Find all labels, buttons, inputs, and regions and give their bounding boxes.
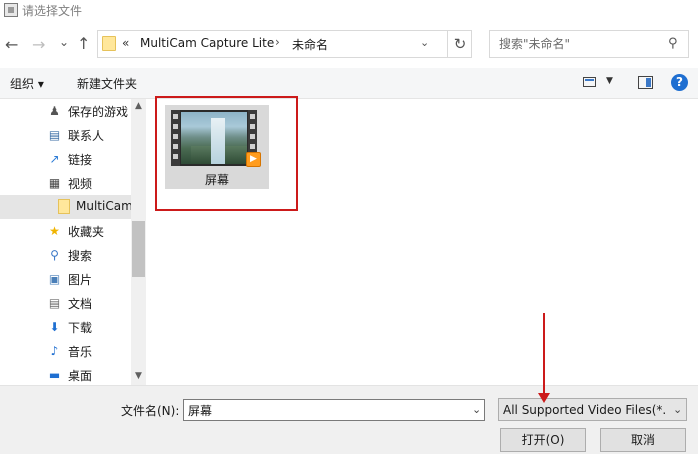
sidebar-item[interactable]: ▤ 联系人 bbox=[0, 123, 131, 147]
links-icon: ↗ bbox=[49, 152, 60, 166]
sidebar-item-label: 下载 bbox=[68, 321, 93, 335]
scroll-down-icon[interactable]: ▼ bbox=[131, 371, 146, 381]
up-folder-icon[interactable]: ↑ bbox=[77, 36, 90, 52]
magnifier-icon[interactable]: ⚲ bbox=[668, 36, 678, 51]
sidebar-item[interactable]: ▤ 文档 bbox=[0, 291, 131, 315]
folder-icon bbox=[58, 199, 70, 214]
filename-input[interactable] bbox=[184, 400, 468, 420]
app-icon bbox=[4, 3, 18, 17]
scroll-up-icon[interactable]: ▲ bbox=[131, 101, 146, 111]
window-title: 请选择文件 bbox=[22, 4, 83, 18]
change-view-icon[interactable] bbox=[583, 77, 596, 87]
sidebar-item-label: 视频 bbox=[68, 177, 93, 191]
forward-arrow-icon[interactable]: → bbox=[32, 37, 45, 53]
breadcrumb-chevron-icon[interactable]: › bbox=[275, 35, 280, 49]
bottom-panel: 文件名(N): ⌄ All Supported Video Files(*. ⌄… bbox=[0, 385, 698, 454]
annotation-arrow-head bbox=[538, 393, 550, 403]
sidebar-item[interactable]: ▦ 视频 bbox=[0, 171, 131, 195]
folder-icon bbox=[102, 36, 116, 51]
sidebar-item[interactable]: ⬇ 下载 bbox=[0, 315, 131, 339]
cancel-button[interactable]: 取消 bbox=[600, 428, 686, 452]
back-arrow-icon[interactable]: ← bbox=[5, 37, 18, 53]
sidebar-item[interactable]: ↗ 链接 bbox=[0, 147, 131, 171]
command-toolbar: 组织 ▾ 新建文件夹 ▼ ? bbox=[0, 68, 698, 99]
highlight-annotation-box bbox=[155, 96, 298, 211]
desktop-icon: ▬ bbox=[48, 368, 61, 382]
sidebar-item-label: 文档 bbox=[68, 297, 93, 311]
filename-combobox[interactable]: ⌄ bbox=[183, 399, 485, 421]
breadcrumb-multicam[interactable]: MultiCam Capture Lite bbox=[140, 36, 274, 50]
sidebar-item[interactable]: ♪ 音乐 bbox=[0, 339, 131, 363]
navigation-pane: ♟ 保存的游戏 ▤ 联系人 ↗ 链接 ▦ 视频 MultiCam ★ 收藏夹 ⚲ 搜索 ▣ 图片 ▤ 文档 ⬇ 下载… bbox=[0, 99, 146, 385]
sidebar-item[interactable]: MultiCam bbox=[0, 195, 133, 219]
saved-games-icon: ♟ bbox=[49, 104, 60, 118]
videos-icon: ▦ bbox=[48, 176, 61, 190]
sidebar-item-label: 收藏夹 bbox=[68, 225, 105, 239]
scroll-thumb[interactable] bbox=[132, 221, 145, 277]
title-bar: 请选择文件 bbox=[0, 0, 698, 22]
sidebar-item[interactable]: ⚲ 搜索 bbox=[0, 243, 131, 267]
sidebar-item[interactable]: ♟ 保存的游戏 bbox=[0, 99, 131, 123]
filename-dropdown-icon[interactable]: ⌄ bbox=[472, 403, 481, 416]
recent-locations-icon[interactable]: ⌄ bbox=[59, 34, 69, 50]
sidebar-item[interactable]: ▣ 图片 bbox=[0, 267, 131, 291]
view-options-dropdown-icon[interactable]: ▼ bbox=[606, 76, 613, 86]
favorites-icon: ★ bbox=[49, 224, 60, 238]
open-button[interactable]: 打开(O) bbox=[500, 428, 586, 452]
sidebar-item-label: MultiCam bbox=[76, 199, 133, 213]
breadcrumb-overflow-icon[interactable]: « bbox=[122, 36, 129, 50]
search-icon: ⚲ bbox=[50, 248, 59, 262]
refresh-icon[interactable]: ↻ bbox=[447, 30, 472, 58]
filetype-value: All Supported Video Files(*. bbox=[503, 403, 667, 417]
search-box[interactable]: ⚲ bbox=[489, 30, 689, 58]
documents-icon: ▤ bbox=[48, 296, 61, 310]
sidebar-item-label: 图片 bbox=[68, 273, 93, 287]
preview-pane-icon[interactable] bbox=[638, 76, 653, 89]
breadcrumb-current[interactable]: 未命名 bbox=[292, 36, 328, 53]
downloads-icon: ⬇ bbox=[49, 320, 60, 334]
help-icon[interactable]: ? bbox=[671, 74, 688, 91]
sidebar-item-label: 桌面 bbox=[68, 369, 93, 383]
filetype-select[interactable]: All Supported Video Files(*. ⌄ bbox=[498, 398, 687, 421]
annotation-arrow-line bbox=[543, 313, 545, 397]
filename-label: 文件名(N): bbox=[121, 404, 180, 418]
music-icon: ♪ bbox=[50, 344, 59, 358]
sidebar-item-label: 音乐 bbox=[68, 345, 93, 359]
sidebar-item-label: 保存的游戏 bbox=[68, 105, 129, 119]
search-input[interactable] bbox=[490, 31, 669, 57]
sidebar-item[interactable]: ▬ 桌面 bbox=[0, 363, 131, 385]
sidebar-item-label: 联系人 bbox=[68, 129, 105, 143]
sidebar-item-label: 搜索 bbox=[68, 249, 93, 263]
sidebar-item[interactable]: ★ 收藏夹 bbox=[0, 219, 131, 243]
contacts-icon: ▤ bbox=[48, 128, 61, 142]
address-dropdown-icon[interactable]: ⌄ bbox=[420, 36, 429, 49]
address-bar[interactable]: « MultiCam Capture Lite › 未命名 ⌄ bbox=[97, 30, 472, 58]
organize-menu-button[interactable]: 组织 ▾ bbox=[10, 75, 44, 92]
sidebar-item-label: 链接 bbox=[68, 153, 93, 167]
new-folder-button[interactable]: 新建文件夹 bbox=[77, 75, 137, 92]
pictures-icon: ▣ bbox=[48, 272, 61, 286]
nav-scrollbar[interactable]: ▲ ▼ bbox=[131, 99, 146, 385]
filetype-dropdown-icon[interactable]: ⌄ bbox=[673, 403, 682, 416]
